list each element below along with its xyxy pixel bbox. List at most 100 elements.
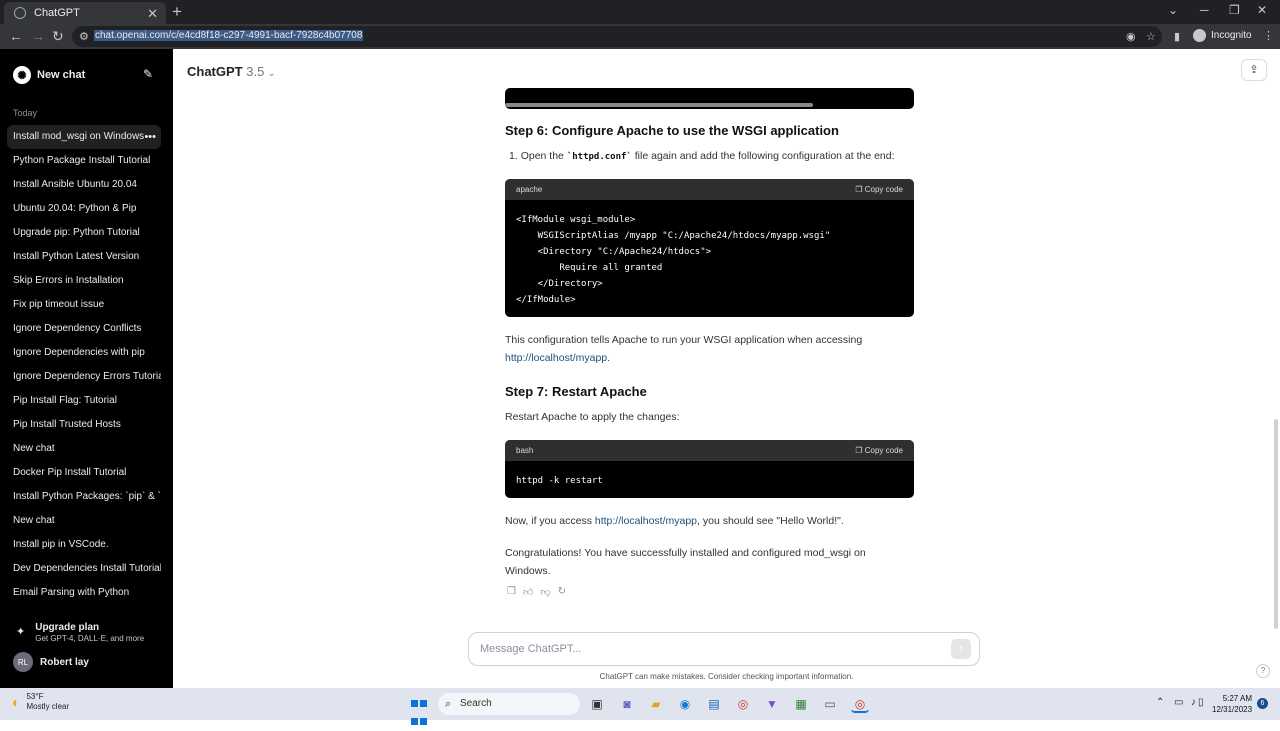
url-text[interactable]: chat.openai.com/c/e4cd8f18-c297-4991-bac… bbox=[94, 30, 364, 41]
reload-icon[interactable]: ↻ bbox=[52, 28, 64, 45]
history-item[interactable]: Skip Errors in Installation bbox=[7, 269, 161, 293]
new-chat-label: New chat bbox=[37, 69, 86, 81]
code-content: httpd -k restart bbox=[516, 476, 603, 486]
inline-code: `httpd.conf` bbox=[566, 152, 632, 162]
taskbar-search[interactable]: ⌕ Search bbox=[438, 693, 580, 715]
bookmark-star-icon[interactable]: ☆ bbox=[1146, 30, 1156, 43]
message-input[interactable]: Message ChatGPT... ↑ bbox=[468, 632, 980, 666]
chat-history: Install mod_wsgi on Windows ••• Python Pa… bbox=[7, 125, 161, 605]
history-item[interactable]: Ignore Dependency Errors Tutorial bbox=[7, 365, 161, 389]
side-panel-icon[interactable]: ▮ bbox=[1174, 30, 1180, 43]
teams-icon[interactable]: ◙ bbox=[618, 695, 636, 713]
excel-icon[interactable]: ▦ bbox=[792, 695, 810, 713]
volume-icon[interactable]: ♪ bbox=[1191, 697, 1196, 708]
config-text: This configuration tells Apache to run y… bbox=[505, 334, 863, 346]
edit-icon[interactable]: ✎ bbox=[143, 67, 153, 81]
history-item[interactable]: Email Parsing with Python bbox=[7, 581, 161, 605]
history-item[interactable]: Upgrade pip: Python Tutorial bbox=[7, 221, 161, 245]
chevron-down-icon: ⌄ bbox=[267, 68, 276, 78]
history-item[interactable]: Ubuntu 20.04: Python & Pip bbox=[7, 197, 161, 221]
history-item[interactable]: Python Package Install Tutorial bbox=[7, 149, 161, 173]
horizontal-scrollbar[interactable] bbox=[505, 103, 813, 107]
history-item[interactable]: Pip Install Flag: Tutorial bbox=[7, 389, 161, 413]
weather-condition: Mostly clear bbox=[26, 702, 70, 711]
step6-text: Open the bbox=[520, 150, 567, 162]
tab-close-icon[interactable]: ✕ bbox=[147, 6, 158, 22]
result-text-end: , you should see "Hello World!". bbox=[697, 515, 844, 527]
history-item[interactable]: Pip Install Trusted Hosts bbox=[7, 413, 161, 437]
weather-moon-icon: ◐ bbox=[12, 694, 21, 710]
restore-icon[interactable]: ❐ bbox=[1229, 3, 1240, 17]
history-item[interactable]: Install Ansible Ubuntu 20.04 bbox=[7, 173, 161, 197]
upgrade-plan-button[interactable]: ✦ Upgrade plan Get GPT-4, DALL·E, and mo… bbox=[16, 622, 144, 643]
forward-icon[interactable]: → bbox=[31, 28, 45, 44]
site-info-icon[interactable]: ⚙ bbox=[79, 30, 89, 43]
new-tab-button[interactable]: + bbox=[172, 2, 182, 22]
tray-chevron-icon[interactable]: ⌃ bbox=[1156, 697, 1164, 708]
history-item[interactable]: Dev Dependencies Install Tutorial bbox=[7, 557, 161, 581]
history-item[interactable]: Install Python Packages: `pip` & `conda` bbox=[7, 485, 161, 509]
history-item[interactable]: Install mod_wsgi on Windows ••• bbox=[7, 125, 161, 149]
incognito-profile[interactable]: Incognito bbox=[1193, 29, 1252, 42]
weather-widget[interactable]: ◐ 53°F Mostly clear bbox=[12, 692, 69, 712]
date: 12/31/2023 bbox=[1212, 705, 1253, 714]
tab-search-icon[interactable]: ⌄ bbox=[1168, 3, 1178, 17]
edge-icon[interactable]: ◉ bbox=[676, 695, 694, 713]
help-icon[interactable]: ? bbox=[1256, 664, 1270, 678]
battery-icon[interactable]: ▯ bbox=[1198, 697, 1204, 708]
address-bar[interactable]: ⚙ chat.openai.com/c/e4cd8f18-c297-4991-b… bbox=[72, 26, 1162, 47]
browser-menu-icon[interactable]: ⋮ bbox=[1263, 29, 1274, 42]
user-name: Robert lay bbox=[40, 656, 89, 668]
history-item[interactable]: Ignore Dependency Conflicts bbox=[7, 317, 161, 341]
copy-label: Copy code bbox=[864, 446, 903, 455]
thumbs-up-icon[interactable]: 👍︎ bbox=[523, 586, 533, 598]
user-menu[interactable]: RL Robert lay bbox=[13, 652, 89, 672]
openai-logo-icon: ✺ bbox=[13, 66, 31, 84]
back-icon[interactable]: ← bbox=[9, 28, 23, 44]
history-item[interactable]: Docker Pip Install Tutorial bbox=[7, 461, 161, 485]
browser-tabbar: ChatGPT ✕ + ⌄ ─ ❐ ✕ bbox=[0, 0, 1280, 24]
task-view-icon[interactable]: ▣ bbox=[588, 695, 606, 713]
message-actions: ❐ 👍︎ 👎︎ ↻ bbox=[507, 586, 566, 598]
history-item[interactable]: Ignore Dependencies with pip bbox=[7, 341, 161, 365]
localhost-link[interactable]: http://localhost/myapp bbox=[595, 515, 697, 527]
incognito-label: Incognito bbox=[1211, 30, 1252, 41]
file-explorer-icon[interactable]: ▰ bbox=[647, 695, 665, 713]
incognito-eye-icon[interactable]: ◉ bbox=[1126, 30, 1136, 43]
history-item[interactable]: Fix pip timeout issue bbox=[7, 293, 161, 317]
taskbar: ◐ 53°F Mostly clear ⌕ Search ▣ ◙ ▰ ◉ ▤ ◎… bbox=[0, 688, 1280, 725]
code-header: bash ❐ Copy code bbox=[505, 440, 914, 461]
copy-code-button[interactable]: ❐ Copy code bbox=[855, 440, 903, 461]
new-chat-button[interactable]: ✺ New chat bbox=[13, 66, 85, 84]
chrome-icon[interactable]: ◎ bbox=[734, 695, 752, 713]
model-selector[interactable]: ChatGPT 3.5 ⌄ bbox=[187, 64, 276, 79]
copy-icon[interactable]: ❐ bbox=[507, 586, 516, 598]
send-button[interactable]: ↑ bbox=[951, 639, 971, 659]
store-icon[interactable]: ▤ bbox=[705, 695, 723, 713]
disclaimer: ChatGPT can make mistakes. Consider chec… bbox=[599, 672, 854, 681]
history-item[interactable]: Install Python Latest Version bbox=[7, 245, 161, 269]
regenerate-icon[interactable]: ↻ bbox=[558, 586, 566, 598]
incognito-avatar-icon bbox=[1193, 29, 1206, 42]
history-item[interactable]: Install pip in VSCode. bbox=[7, 533, 161, 557]
browser-tab[interactable]: ChatGPT ✕ bbox=[4, 2, 166, 24]
localhost-link[interactable]: http://localhost/myapp bbox=[505, 352, 607, 364]
chrome-active-icon[interactable]: ◎ bbox=[851, 695, 869, 713]
history-item[interactable]: New chat bbox=[7, 509, 161, 533]
notification-badge[interactable]: 6 bbox=[1257, 698, 1268, 709]
scrollbar[interactable] bbox=[1274, 419, 1278, 629]
close-window-icon[interactable]: ✕ bbox=[1257, 3, 1267, 17]
thumbs-down-icon[interactable]: 👎︎ bbox=[540, 586, 550, 598]
clock[interactable]: 5:27 AM 12/31/2023 bbox=[1212, 693, 1252, 715]
step6-heading: Step 6: Configure Apache to use the WSGI… bbox=[505, 123, 839, 138]
remote-desktop-icon[interactable]: ▭ bbox=[821, 695, 839, 713]
copy-code-button[interactable]: ❐ Copy code bbox=[855, 179, 903, 200]
vpn-icon[interactable]: ▼ bbox=[763, 695, 781, 713]
more-options-icon[interactable]: ••• bbox=[144, 125, 156, 149]
start-icon[interactable] bbox=[410, 695, 428, 725]
share-icon[interactable]: ⇪ bbox=[1241, 59, 1267, 81]
network-icon[interactable]: ▭ bbox=[1174, 697, 1183, 708]
config-end: . bbox=[607, 352, 611, 364]
history-item[interactable]: New chat bbox=[7, 437, 161, 461]
minimize-icon[interactable]: ─ bbox=[1200, 3, 1209, 17]
